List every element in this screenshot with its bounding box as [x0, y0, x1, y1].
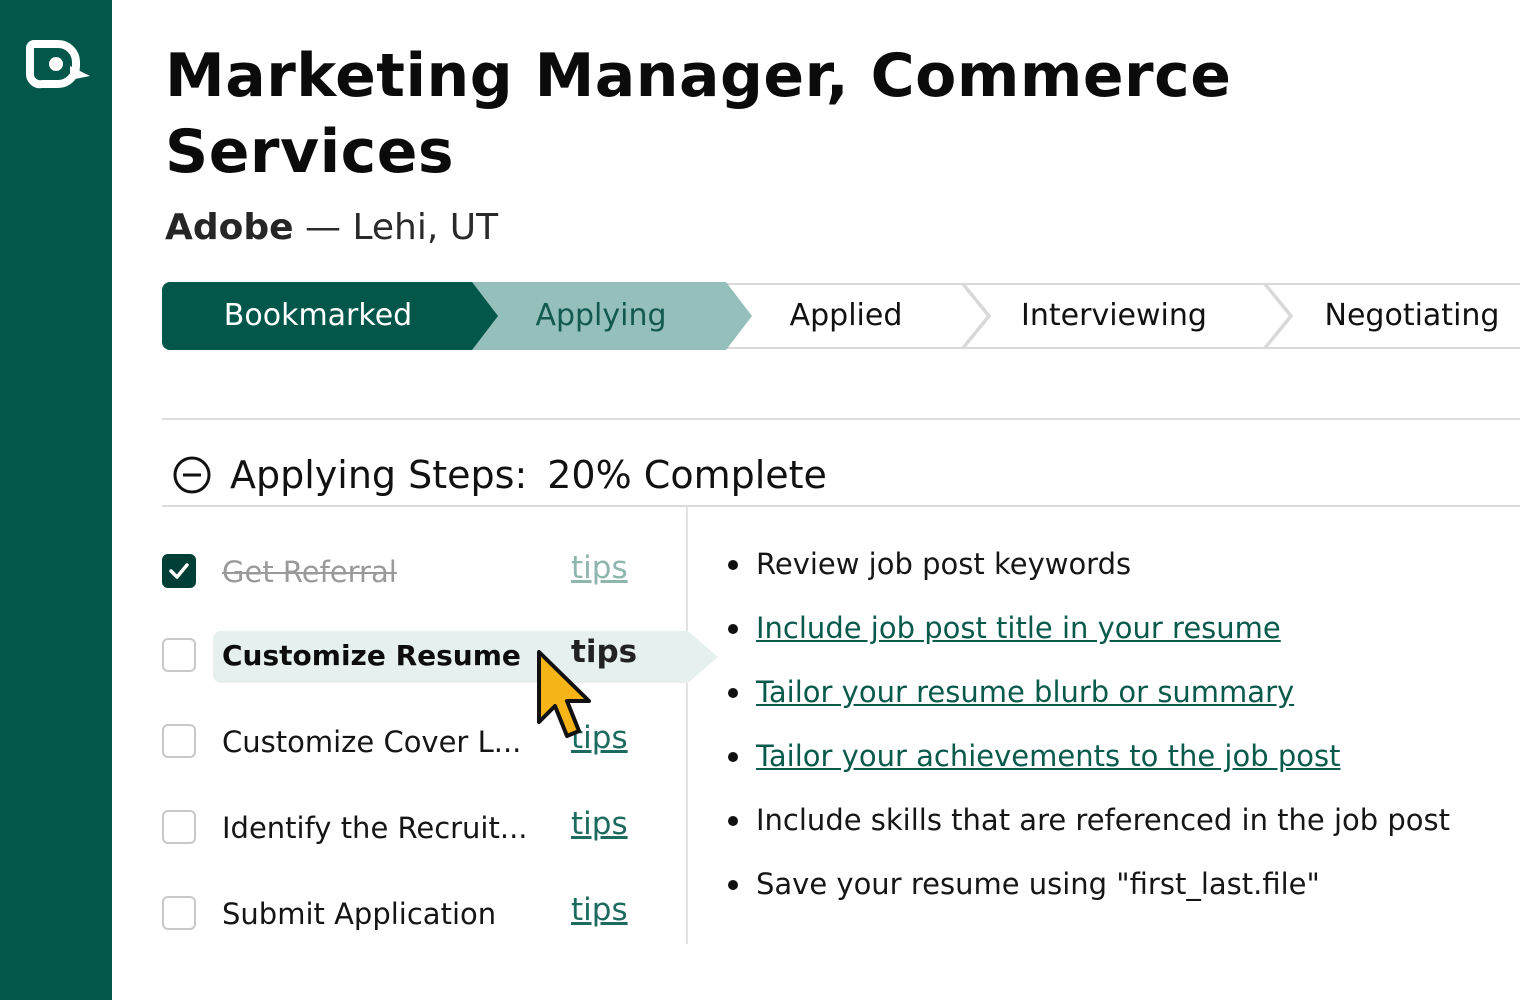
sidebar: [0, 0, 112, 1000]
step-row[interactable]: Customize Cover L... tips: [162, 712, 682, 772]
step-label: Get Referral: [222, 555, 397, 589]
step-checkbox[interactable]: [162, 810, 196, 844]
speech-bubble-logo-icon[interactable]: [26, 40, 94, 94]
step-label: Identify the Recruit...: [222, 811, 528, 845]
tip-text: Include skills that are referenced in th…: [756, 803, 1451, 837]
step-tips-link[interactable]: tips: [571, 890, 628, 930]
step-tips-link[interactable]: tips: [571, 548, 628, 588]
separator: —: [305, 207, 342, 248]
tip-link[interactable]: Tailor your achievements to the job post: [756, 739, 1340, 773]
step-row[interactable]: Identify the Recruit... tips: [162, 798, 682, 858]
step-label: Customize Cover L...: [222, 725, 522, 759]
panel-divider: [686, 507, 688, 944]
section-divider: [162, 418, 1520, 420]
tips-list: Review job post keywords Include job pos…: [728, 540, 1450, 924]
tip-link[interactable]: Tailor your resume blurb or summary: [756, 675, 1294, 709]
step-checkbox[interactable]: [162, 638, 196, 672]
step-checkbox[interactable]: [162, 724, 196, 758]
tip-item[interactable]: Tailor your resume blurb or summary: [728, 668, 1450, 732]
tip-item[interactable]: Tailor your achievements to the job post: [728, 732, 1450, 796]
tip-item: Include skills that are referenced in th…: [728, 796, 1450, 860]
step-label: Submit Application: [222, 897, 497, 931]
tip-item: Review job post keywords: [728, 540, 1450, 604]
tip-text: Review job post keywords: [756, 547, 1132, 581]
steps-divider: [162, 505, 1520, 507]
steps-header[interactable]: Applying Steps: 20% Complete: [172, 448, 827, 502]
tip-item: Save your resume using "first_last.file": [728, 860, 1450, 924]
step-tips-link[interactable]: tips: [571, 804, 628, 844]
stage-interviewing[interactable]: Interviewing: [988, 282, 1240, 350]
tip-item[interactable]: Include job post title in your resume: [728, 604, 1450, 668]
stage-applying[interactable]: Applying: [478, 282, 724, 350]
steps-progress: 20% Complete: [547, 453, 827, 497]
step-row[interactable]: Get Referral tips: [162, 542, 682, 602]
job-location: Lehi, UT: [352, 207, 499, 248]
collapse-minus-icon[interactable]: [172, 455, 212, 495]
company-location-line: Adobe — Lehi, UT: [165, 204, 498, 252]
step-label: Customize Resume: [222, 639, 521, 672]
company-name: Adobe: [165, 207, 294, 248]
step-checkbox[interactable]: [162, 554, 196, 588]
step-checkbox[interactable]: [162, 896, 196, 930]
step-row[interactable]: Customize Resume tips: [162, 626, 682, 686]
job-title: Marketing Manager, Commerce Services: [165, 41, 1232, 187]
tip-link[interactable]: Include job post title in your resume: [756, 611, 1281, 645]
tip-text: Save your resume using "first_last.file": [756, 867, 1320, 901]
steps-title: Applying Steps:: [230, 453, 528, 497]
checkmark-icon: [169, 563, 189, 579]
stage-applied[interactable]: Applied: [730, 282, 962, 350]
stage-negotiating[interactable]: Negotiating: [1290, 282, 1520, 350]
mouse-pointer-icon: [537, 650, 591, 738]
stage-bookmarked[interactable]: Bookmarked: [162, 282, 474, 350]
step-row[interactable]: Submit Application tips: [162, 884, 682, 944]
pipeline-stages: Bookmarked Applying Applied Interviewing…: [162, 282, 1520, 352]
